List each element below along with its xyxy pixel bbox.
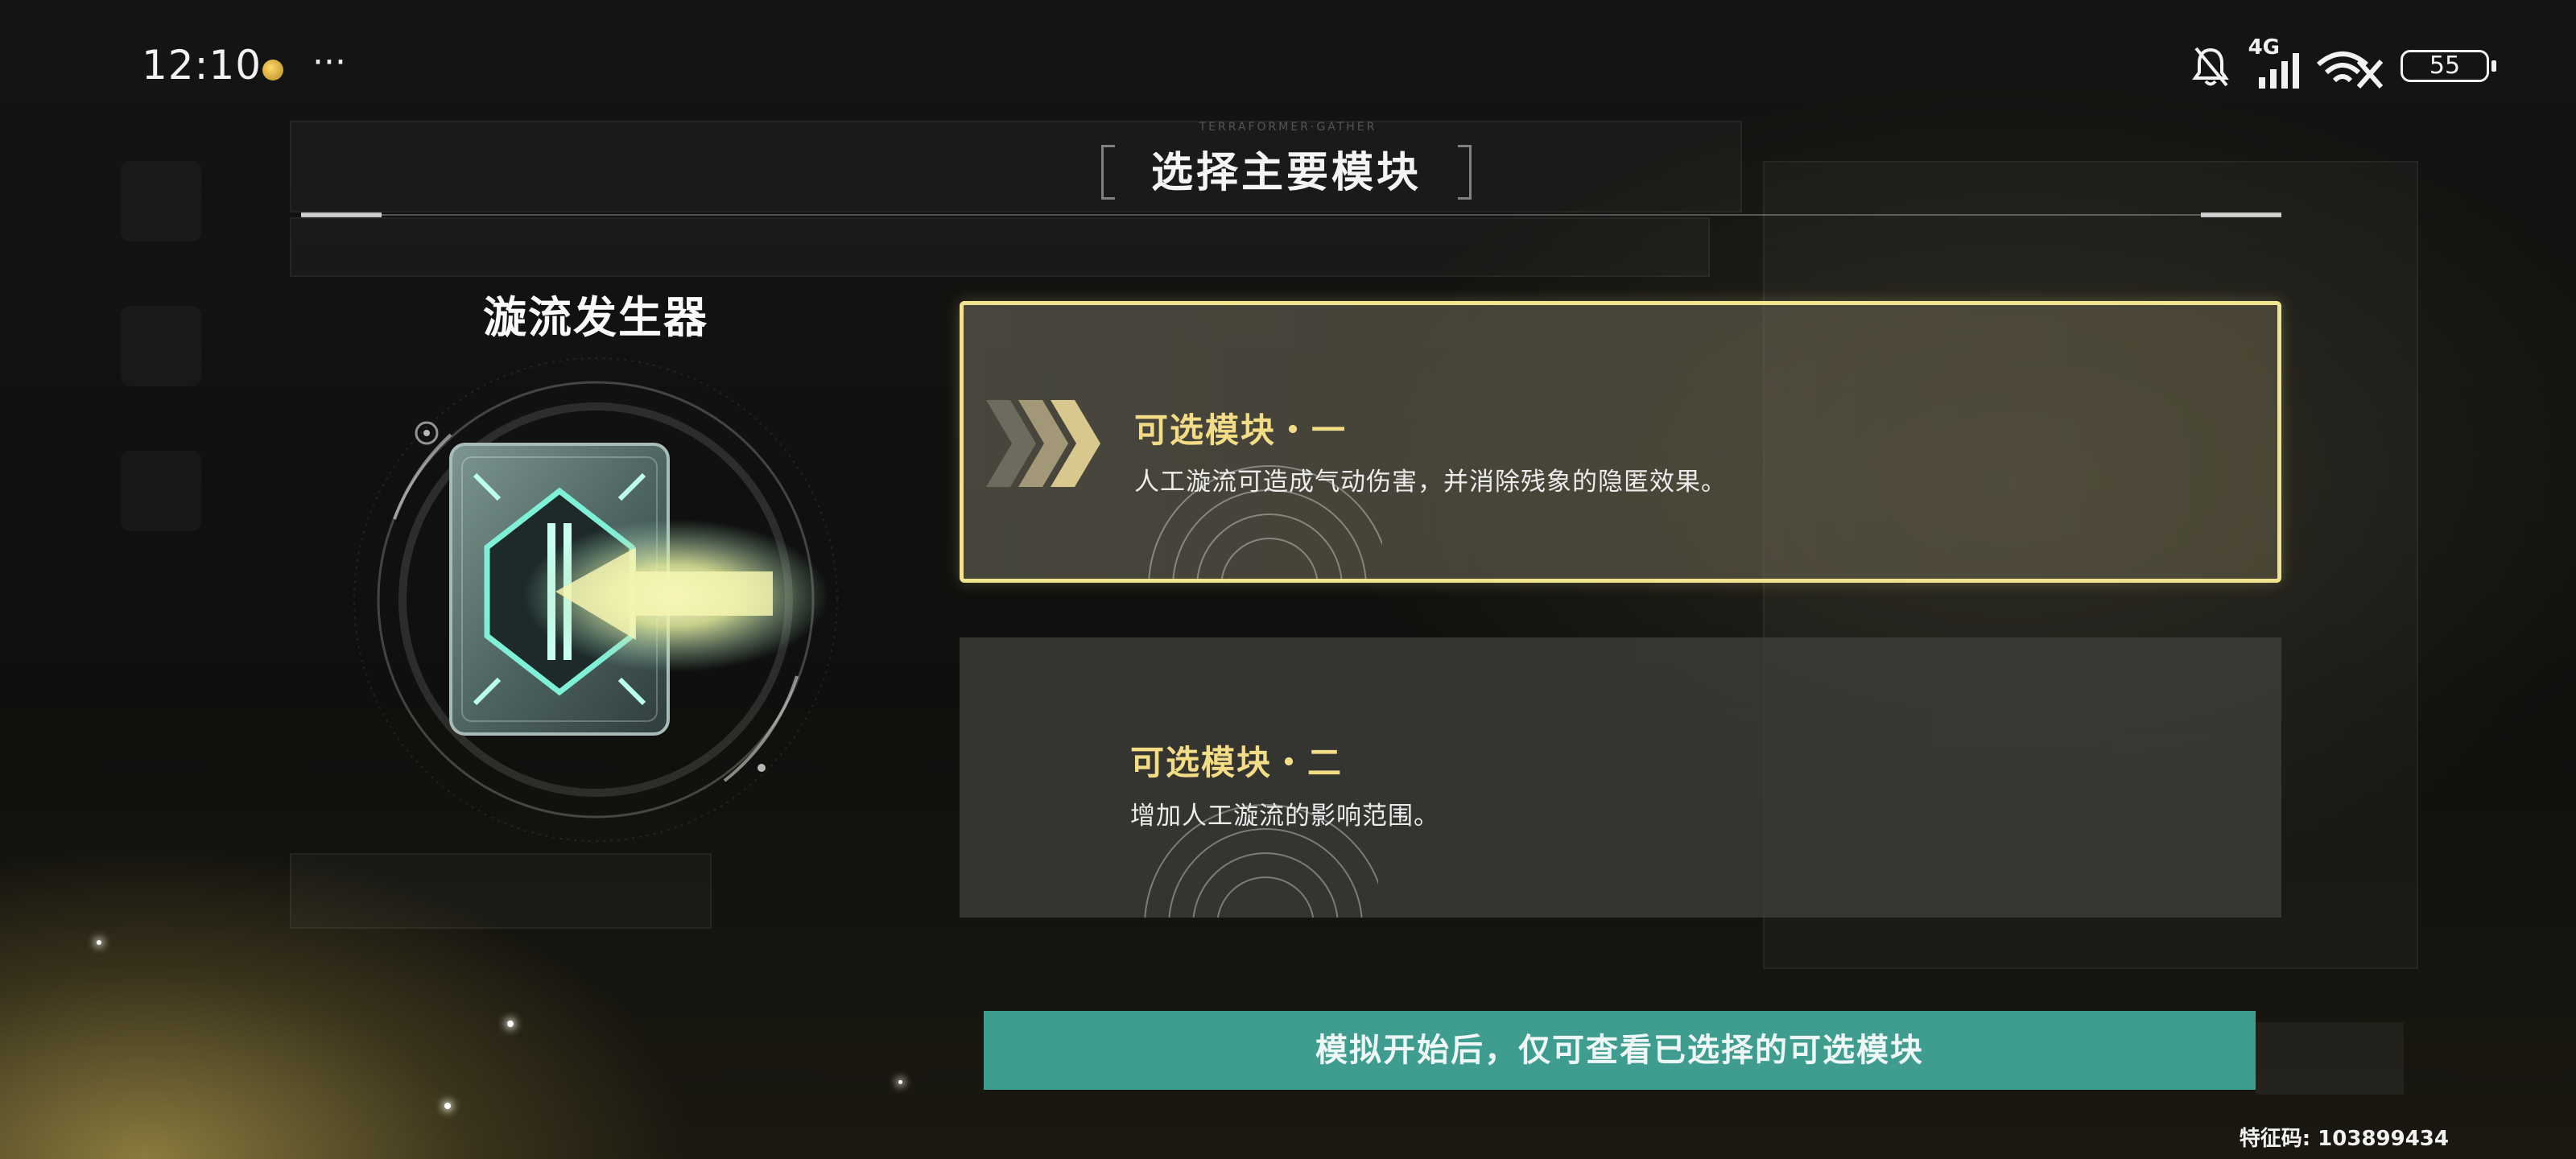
background-panel bbox=[290, 217, 1710, 277]
game-screen: 12:10 ··· 4G 55 TERRAFORMER·GATHER 选择主要模… bbox=[0, 0, 2576, 1159]
sparkle bbox=[97, 940, 101, 945]
background-side-icon bbox=[121, 306, 201, 386]
page-title: 选择主要模块 bbox=[1150, 149, 1422, 197]
bell-muted-icon bbox=[2192, 47, 2229, 87]
feature-code: 特征码: 103899434 bbox=[2239, 1127, 2449, 1151]
status-bar: 12:10 ··· 4G 55 bbox=[142, 35, 2504, 95]
background-side-icon bbox=[121, 451, 201, 531]
option-description: 增加人工漩流的影响范围。 bbox=[1130, 802, 1439, 831]
header-subtitle: TERRAFORMER·GATHER bbox=[1199, 121, 1377, 134]
status-time: 12:10 bbox=[142, 42, 262, 89]
background-panel bbox=[290, 853, 712, 929]
battery-icon: 55 bbox=[2401, 50, 2496, 82]
vortex-generator-icon bbox=[449, 443, 829, 736]
battery-level: 55 bbox=[2429, 52, 2461, 80]
divider-cap-right bbox=[2201, 212, 2281, 217]
signal-icon bbox=[2259, 53, 2299, 89]
header-divider bbox=[301, 212, 2281, 217]
selected-chevron-icon bbox=[986, 400, 1100, 487]
background-button bbox=[2256, 1022, 2404, 1095]
option-description: 人工漩流可造成气动伤害，并消除残象的隐匿效果。 bbox=[1134, 468, 1727, 497]
notification-app-icon bbox=[262, 60, 283, 80]
title-bracket-right bbox=[1458, 145, 1472, 200]
wifi-icon bbox=[2317, 52, 2383, 89]
title-bracket-left bbox=[1101, 145, 1115, 200]
background-tab-strip bbox=[290, 121, 1742, 212]
sparkle bbox=[898, 1080, 902, 1084]
option-title: 可选模块・一 bbox=[1134, 410, 1348, 450]
divider-cap-left bbox=[301, 212, 382, 217]
notice-banner: 模拟开始后，仅可查看已选择的可选模块 bbox=[984, 1011, 2256, 1090]
module-name: 漩流发生器 bbox=[483, 292, 708, 343]
header: 选择主要模块 bbox=[1101, 145, 1472, 201]
more-notifications-icon: ··· bbox=[312, 42, 346, 83]
background-side-icon bbox=[121, 161, 201, 241]
sparkle bbox=[444, 1103, 451, 1109]
option-card-2[interactable]: 可选模块・二 增加人工漩流的影响范围。 bbox=[960, 637, 2281, 918]
option-title: 可选模块・二 bbox=[1130, 743, 1344, 782]
sparkle bbox=[507, 1021, 514, 1027]
option-card-1[interactable]: 可选模块・一 人工漩流可造成气动伤害，并消除残象的隐匿效果。 bbox=[960, 301, 2281, 583]
